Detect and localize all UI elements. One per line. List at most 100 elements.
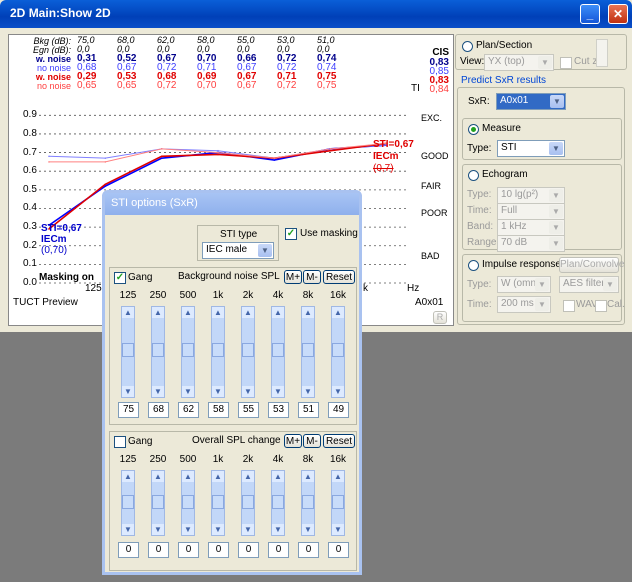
band-value-field[interactable]: 0 bbox=[268, 542, 289, 558]
measure-radio[interactable] bbox=[468, 124, 479, 135]
chevron-up-icon[interactable]: ▲ bbox=[122, 471, 134, 482]
band-slider[interactable]: ▲ ▼ bbox=[121, 470, 135, 536]
chevron-up-icon[interactable]: ▲ bbox=[272, 307, 284, 318]
band-value-field[interactable]: 0 bbox=[298, 542, 319, 558]
chevron-down-icon[interactable]: ▼ bbox=[182, 524, 194, 535]
bg-mplus-button[interactable]: M+ bbox=[284, 270, 302, 284]
close-button[interactable]: ✕ bbox=[608, 4, 628, 24]
band-slider[interactable]: ▲ ▼ bbox=[271, 306, 285, 398]
band-slider[interactable]: ▲ ▼ bbox=[241, 306, 255, 398]
chevron-up-icon[interactable]: ▲ bbox=[242, 471, 254, 482]
chevron-up-icon[interactable]: ▲ bbox=[302, 307, 314, 318]
slider-thumb[interactable] bbox=[272, 343, 284, 357]
bg-reset-button[interactable]: Reset bbox=[323, 270, 355, 284]
plan-section-radio[interactable] bbox=[462, 41, 473, 52]
chevron-down-icon[interactable]: ▼ bbox=[302, 524, 314, 535]
slider-thumb[interactable] bbox=[242, 343, 254, 357]
band-slider[interactable]: ▲ ▼ bbox=[301, 470, 315, 536]
slider-thumb[interactable] bbox=[122, 495, 134, 509]
chevron-down-icon[interactable]: ▼ bbox=[212, 524, 224, 535]
chevron-down-icon[interactable]: ▼ bbox=[212, 386, 224, 397]
chevron-down-icon[interactable]: ▼ bbox=[152, 524, 164, 535]
band-slider[interactable]: ▲ ▼ bbox=[151, 470, 165, 536]
slider-thumb[interactable] bbox=[152, 343, 164, 357]
chevron-down-icon[interactable]: ▼ bbox=[152, 386, 164, 397]
chevron-up-icon[interactable]: ▲ bbox=[152, 471, 164, 482]
chevron-up-icon[interactable]: ▲ bbox=[332, 307, 344, 318]
chevron-down-icon[interactable]: ▼ bbox=[272, 386, 284, 397]
band-slider[interactable]: ▲ ▼ bbox=[331, 306, 345, 398]
slider-thumb[interactable] bbox=[212, 343, 224, 357]
echo-dropdown[interactable]: 1 kHz ▼ bbox=[497, 219, 565, 236]
band-slider[interactable]: ▲ ▼ bbox=[301, 306, 315, 398]
sti-type-dropdown[interactable]: IEC male ▼ bbox=[202, 242, 274, 259]
band-value-field[interactable]: 49 bbox=[328, 402, 349, 418]
slider-thumb[interactable] bbox=[212, 495, 224, 509]
ov-gang-checkbox[interactable] bbox=[114, 436, 126, 448]
chevron-up-icon[interactable]: ▲ bbox=[242, 307, 254, 318]
slider-thumb[interactable] bbox=[182, 495, 194, 509]
band-slider[interactable]: ▲ ▼ bbox=[211, 470, 225, 536]
cut-z-checkbox[interactable] bbox=[560, 57, 572, 69]
chevron-up-icon[interactable]: ▲ bbox=[122, 307, 134, 318]
slider-thumb[interactable] bbox=[242, 495, 254, 509]
chevron-down-icon[interactable]: ▼ bbox=[242, 386, 254, 397]
band-slider[interactable]: ▲ ▼ bbox=[151, 306, 165, 398]
chevron-up-icon[interactable]: ▲ bbox=[332, 471, 344, 482]
ov-reset-button[interactable]: Reset bbox=[323, 434, 355, 448]
band-value-field[interactable]: 62 bbox=[178, 402, 199, 418]
chevron-up-icon[interactable]: ▲ bbox=[212, 307, 224, 318]
impulse-time-dropdown[interactable]: 200 ms ▼ bbox=[497, 296, 551, 313]
bg-gang-checkbox[interactable]: ✓ bbox=[114, 272, 126, 284]
band-slider[interactable]: ▲ ▼ bbox=[121, 306, 135, 398]
plan-convolve-button[interactable]: Plan/Convolve bbox=[559, 257, 624, 273]
band-value-field[interactable]: 58 bbox=[208, 402, 229, 418]
chevron-up-icon[interactable]: ▲ bbox=[272, 471, 284, 482]
dialog-title[interactable]: STI options (SxR) bbox=[105, 193, 359, 215]
band-value-field[interactable]: 0 bbox=[118, 542, 139, 558]
chevron-up-icon[interactable]: ▲ bbox=[212, 471, 224, 482]
echo-dropdown[interactable]: 70 dB ▼ bbox=[497, 235, 565, 252]
view-dropdown[interactable]: YX (top) ▼ bbox=[484, 54, 554, 71]
sxr-dropdown[interactable]: A0x01 ▼ bbox=[496, 93, 566, 110]
slider-thumb[interactable] bbox=[272, 495, 284, 509]
echo-dropdown[interactable]: 10 lg(p²) ▼ bbox=[497, 187, 565, 204]
chevron-down-icon[interactable]: ▼ bbox=[272, 524, 284, 535]
ov-mplus-button[interactable]: M+ bbox=[284, 434, 302, 448]
band-value-field[interactable]: 0 bbox=[208, 542, 229, 558]
band-slider[interactable]: ▲ ▼ bbox=[241, 470, 255, 536]
chevron-down-icon[interactable]: ▼ bbox=[242, 524, 254, 535]
band-value-field[interactable]: 55 bbox=[238, 402, 259, 418]
slider-thumb[interactable] bbox=[332, 343, 344, 357]
band-value-field[interactable]: 0 bbox=[328, 542, 349, 558]
band-slider[interactable]: ▲ ▼ bbox=[181, 470, 195, 536]
ov-mminus-button[interactable]: M- bbox=[303, 434, 321, 448]
slider-thumb[interactable] bbox=[332, 495, 344, 509]
cut-z-spinner[interactable] bbox=[596, 39, 608, 67]
slider-thumb[interactable] bbox=[302, 495, 314, 509]
impulse-radio[interactable] bbox=[468, 260, 479, 271]
slider-thumb[interactable] bbox=[182, 343, 194, 357]
slider-thumb[interactable] bbox=[152, 495, 164, 509]
aes-filter-dropdown[interactable]: AES filter ▼ bbox=[559, 276, 619, 293]
r-button[interactable]: R bbox=[433, 311, 447, 324]
chevron-up-icon[interactable]: ▲ bbox=[152, 307, 164, 318]
chevron-down-icon[interactable]: ▼ bbox=[182, 386, 194, 397]
chevron-up-icon[interactable]: ▲ bbox=[182, 471, 194, 482]
band-slider[interactable]: ▲ ▼ bbox=[211, 306, 225, 398]
band-value-field[interactable]: 68 bbox=[148, 402, 169, 418]
slider-thumb[interactable] bbox=[122, 343, 134, 357]
slider-thumb[interactable] bbox=[302, 343, 314, 357]
chevron-down-icon[interactable]: ▼ bbox=[302, 386, 314, 397]
chevron-up-icon[interactable]: ▲ bbox=[302, 471, 314, 482]
title-bar[interactable]: 2D Main:Show 2D _ ✕ bbox=[0, 0, 632, 28]
cal-checkbox[interactable] bbox=[595, 300, 607, 312]
chevron-down-icon[interactable]: ▼ bbox=[332, 386, 344, 397]
echogram-radio[interactable] bbox=[468, 170, 479, 181]
wav-checkbox[interactable] bbox=[563, 300, 575, 312]
echo-dropdown[interactable]: Full ▼ bbox=[497, 203, 565, 220]
impulse-type-dropdown[interactable]: W (omni) ▼ bbox=[497, 276, 551, 293]
band-value-field[interactable]: 0 bbox=[178, 542, 199, 558]
chevron-down-icon[interactable]: ▼ bbox=[122, 524, 134, 535]
measure-type-dropdown[interactable]: STI ▼ bbox=[497, 140, 565, 157]
